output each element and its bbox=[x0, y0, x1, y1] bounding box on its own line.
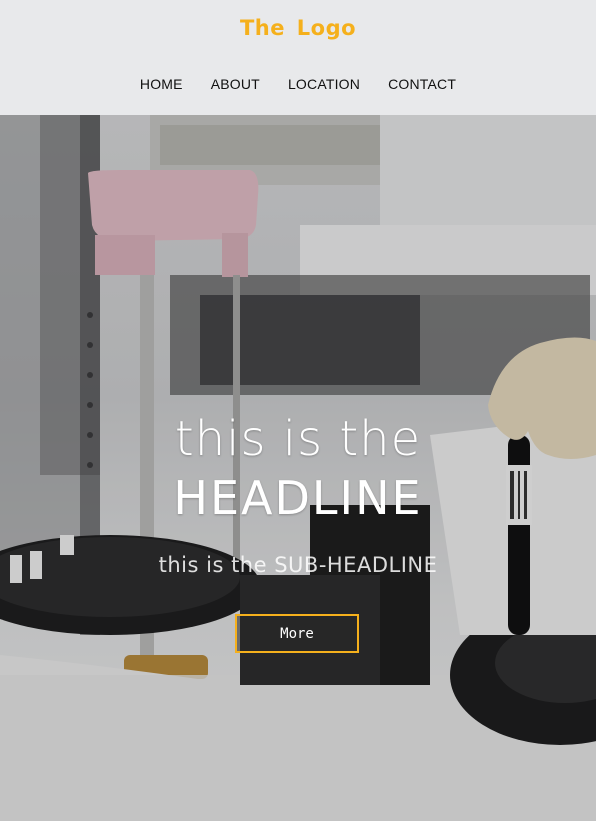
site-logo[interactable]: The Logo bbox=[0, 16, 596, 40]
hero-section: this is the HEADLINE this is the SUB-HEA… bbox=[0, 115, 596, 821]
hero-headline-line2: HEADLINE bbox=[173, 471, 423, 525]
hero-headline-line1: this is the bbox=[174, 411, 422, 467]
site-header: The Logo HOME ABOUT LOCATION CONTACT bbox=[0, 0, 596, 115]
more-button[interactable]: More bbox=[235, 614, 359, 653]
nav-about[interactable]: ABOUT bbox=[211, 76, 260, 92]
nav-home[interactable]: HOME bbox=[140, 76, 183, 92]
nav-contact[interactable]: CONTACT bbox=[388, 76, 456, 92]
main-nav: HOME ABOUT LOCATION CONTACT bbox=[0, 76, 596, 92]
hero-subheadline: this is the SUB-HEADLINE bbox=[158, 553, 438, 577]
nav-location[interactable]: LOCATION bbox=[288, 76, 360, 92]
hero-overlay bbox=[0, 115, 596, 821]
